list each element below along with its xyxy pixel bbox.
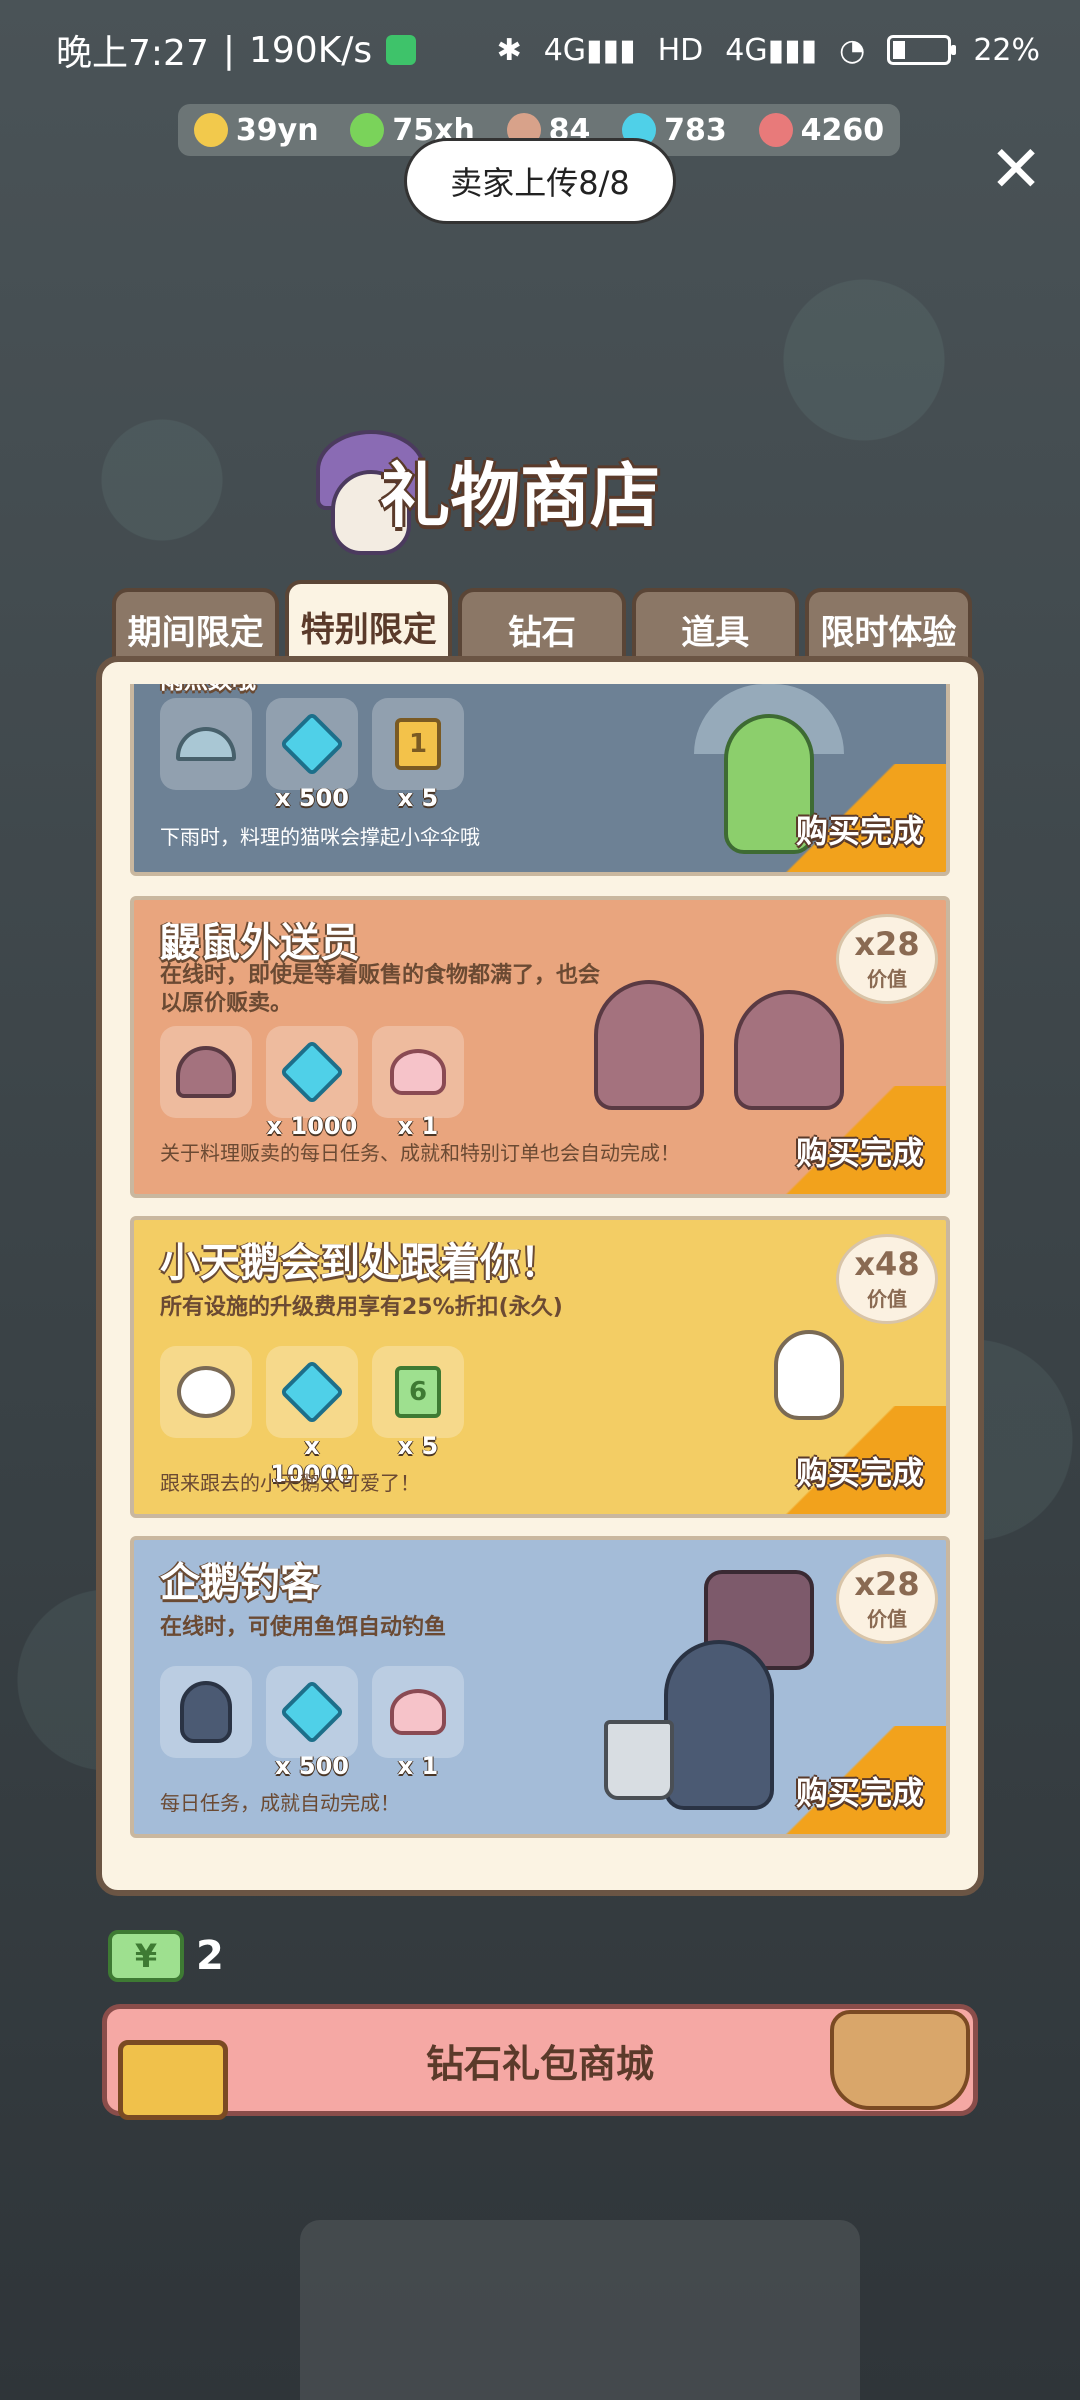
app-notification-icon: [386, 35, 417, 65]
diamond-basket-icon: [830, 2010, 970, 2110]
card-items: x 1000 x 1: [160, 1026, 464, 1140]
signal-icon: 4G▮▮▮: [543, 32, 636, 68]
item-diamond: x 10000: [266, 1346, 358, 1488]
background-building: [300, 2220, 860, 2400]
cake-icon: [390, 1689, 446, 1735]
item-penguin: [160, 1666, 252, 1780]
value-badge: x48 价值: [836, 1234, 938, 1324]
heart-icon: [758, 113, 793, 147]
yen-ticket-icon: ¥: [108, 1930, 184, 1982]
shop-title: 礼物商店: [380, 455, 660, 537]
item-duck: [160, 1346, 252, 1488]
ticket-count-value: 2: [196, 1933, 224, 1979]
mole-icon: [176, 1046, 236, 1098]
bluetooth-icon: ✱: [496, 32, 522, 68]
card-title: 雨点数哦: [160, 684, 256, 695]
value-badge: x28 价值: [836, 914, 938, 1004]
coin-icon: [193, 113, 228, 147]
lightning-icon: [350, 113, 385, 147]
wifi-icon: ◔: [839, 32, 866, 68]
treasure-chest-icon: [118, 2010, 238, 2120]
card-footer: 跟来跟去的小天鹅太可爱了！: [160, 1471, 420, 1495]
status-time: 晚上7:27: [56, 33, 209, 74]
item-diamond: x 500: [266, 1666, 358, 1780]
shop-card-mole-delivery[interactable]: 鼹鼠外送员 在线时，即使是等着贩售的食物都满了，也会以原价贩卖。 x 1000 …: [130, 896, 950, 1198]
signal-icon-2: 4G▮▮▮: [725, 32, 818, 68]
battery-icon: [887, 35, 957, 65]
umbrella-icon: [176, 727, 236, 761]
diamond-icon: [279, 711, 345, 777]
diamond-icon: [279, 1679, 345, 1745]
item-mole: [160, 1026, 252, 1140]
card-footer: 关于料理贩卖的每日任务、成就和特别订单也会自动完成！: [160, 1141, 680, 1165]
resource-coin: 39yn: [193, 113, 319, 148]
item-cake: x 1: [372, 1026, 464, 1140]
diamond-icon: [279, 1359, 345, 1425]
duck-icon: [177, 1366, 235, 1418]
shop-card-list[interactable]: 雨点数哦 x 500 1x 5 下雨时，料理的猫咪会撑起小伞伞哦 购买完成 鼹鼠…: [130, 684, 950, 1868]
card-footer: 下雨时，料理的猫咪会撑起小伞伞哦: [160, 825, 480, 849]
resource-heart: 4260: [758, 113, 884, 148]
item-cake: x 1: [372, 1666, 464, 1780]
purchase-complete-label: 购买完成: [795, 1454, 924, 1492]
card-title: 小天鹅会到处跟着你！: [160, 1240, 560, 1286]
purchase-complete-label: 购买完成: [795, 812, 924, 850]
card-title: 鼹鼠外送员: [160, 920, 360, 966]
item-diamond: x 1000: [266, 1026, 358, 1140]
item-ticket: 6x 5: [372, 1346, 464, 1488]
ticket-icon: 6: [395, 1366, 441, 1418]
close-icon[interactable]: ✕: [986, 138, 1046, 202]
battery-percent: 22%: [973, 32, 1040, 68]
purchase-complete-label: 购买完成: [795, 1774, 924, 1812]
item-ticket: 1x 5: [372, 698, 464, 812]
card-footer: 每日任务，成就自动完成！: [160, 1791, 400, 1815]
tab-diamond[interactable]: 钻石: [458, 588, 626, 666]
ticket-icon: 1: [395, 718, 441, 770]
penguin-icon: [180, 1681, 232, 1743]
card-description: 所有设施的升级费用享有25%折扣(永久): [160, 1295, 563, 1320]
ticket-counter: ¥ 2: [108, 1930, 224, 1982]
tab-special-limited[interactable]: 特别限定: [285, 580, 453, 668]
card-description: 在线时，即使是等着贩售的食物都满了，也会以原价贩卖。: [160, 963, 601, 1016]
card-items: x 500 x 1: [160, 1666, 464, 1780]
card-items: x 10000 6x 5: [160, 1346, 464, 1488]
item-umbrella: [160, 698, 252, 812]
status-bar: 晚上7:27 | 190K/s ✱ 4G▮▮▮ HD 4G▮▮▮ ◔ 22%: [0, 0, 1080, 100]
diamond-icon: [279, 1039, 345, 1105]
status-speed: 190K/s: [248, 29, 373, 71]
card-title: 企鹅钓客: [160, 1560, 320, 1606]
upload-toast: 卖家上传8/8: [404, 138, 676, 224]
card-description: 在线时，可使用鱼饵自动钓鱼: [160, 1615, 447, 1640]
tab-limited-trial[interactable]: 限时体验: [804, 588, 973, 666]
item-diamond: x 500: [266, 698, 358, 812]
card-items: x 500 1x 5: [160, 698, 464, 812]
shop-card-penguin-angler[interactable]: 企鹅钓客 在线时，可使用鱼饵自动钓鱼 x 500 x 1 x28 价值 每日任务…: [130, 1536, 950, 1838]
purchase-complete-label: 购买完成: [795, 1134, 924, 1172]
tab-items[interactable]: 道具: [631, 588, 799, 666]
shop-card-rain[interactable]: 雨点数哦 x 500 1x 5 下雨时，料理的猫咪会撑起小伞伞哦 购买完成: [130, 684, 950, 876]
shop-tabs: 期间限定 特别限定 钻石 道具 限时体验: [112, 580, 973, 668]
hd-icon: HD: [657, 32, 704, 68]
tab-period-limited[interactable]: 期间限定: [112, 588, 280, 666]
shop-card-duckling[interactable]: 小天鹅会到处跟着你！ 所有设施的升级费用享有25%折扣(永久) x 10000 …: [130, 1216, 950, 1518]
shop-panel: 雨点数哦 x 500 1x 5 下雨时，料理的猫咪会撑起小伞伞哦 购买完成 鼹鼠…: [96, 656, 984, 1896]
value-badge: x28 价值: [836, 1554, 938, 1644]
cake-icon: [390, 1049, 446, 1095]
